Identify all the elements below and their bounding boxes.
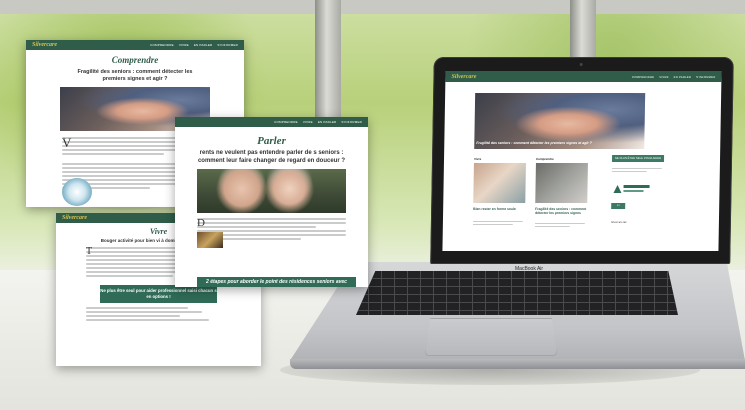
cta-banner[interactable]: Ne plus être seul pour aider professionn… [100, 285, 217, 303]
nav-item-informer[interactable]: S'INFORMER [696, 75, 715, 79]
article-body-bottom [86, 307, 231, 321]
sidebar-text [611, 166, 662, 174]
article-card-title[interactable]: Fragilité des seniors : comment détecter… [535, 207, 587, 215]
nav-item-vivre[interactable]: VIVRE [179, 43, 189, 47]
article-card-image[interactable] [473, 163, 526, 203]
nav-item-vivre[interactable]: VIVRE [303, 120, 313, 124]
laptop-trackpad[interactable] [425, 318, 557, 356]
partner-logo[interactable] [611, 181, 651, 195]
nav-item-comprendre[interactable]: COMPRENDRE [274, 120, 298, 124]
site-nav: COMPRENDRE VIVRE EN PARLER S'INFORMER [175, 117, 368, 127]
article-body: D [197, 217, 346, 248]
article-card-image[interactable] [535, 163, 588, 203]
laptop-base-edge [290, 359, 745, 369]
page-title: Parler [257, 135, 286, 147]
dropcap: V [62, 135, 72, 150]
card-excerpt [534, 221, 585, 229]
window-frame [0, 0, 745, 14]
nav-menu: COMPRENDRE VIVRE EN PARLER S'INFORMER [632, 75, 715, 79]
hero-caption[interactable]: Fragilité des seniors : comment détecter… [476, 141, 592, 145]
page-parler: COMPRENDRE VIVRE EN PARLER S'INFORMER Pa… [175, 117, 368, 287]
site-logo[interactable]: Silvercare [62, 215, 87, 221]
sidebar-button[interactable]: Ici [611, 203, 626, 209]
site-logo[interactable]: Silvercare [32, 42, 57, 48]
nav-menu: COMPRENDRE VIVRE EN PARLER S'INFORMER [274, 120, 362, 124]
page-title: Comprendre [111, 55, 159, 65]
column-title-comprendre: Comprendre [535, 157, 554, 161]
nav-menu: COMPRENDRE VIVRE EN PARLER S'INFORMER [150, 43, 238, 47]
column-title-vivre: Vivre [473, 157, 482, 161]
nav-item-informer[interactable]: S'INFORMER [217, 43, 238, 47]
laptop-keyboard [356, 271, 678, 315]
nav-item-parler[interactable]: EN PARLER [318, 120, 337, 124]
nav-item-parler[interactable]: EN PARLER [194, 43, 213, 47]
camera-icon [579, 63, 583, 66]
site-logo[interactable]: Silvercare [451, 74, 476, 80]
card-excerpt [472, 219, 523, 227]
article-card-title[interactable]: Bien rester en forme seule [473, 207, 525, 211]
laptop-lid: Silvercare COMPRENDRE VIVRE EN PARLER S'… [430, 57, 734, 264]
inline-image [197, 232, 223, 248]
nav-item-vivre[interactable]: VIVRE [659, 75, 668, 79]
laptop-model-label: MacBook Air [515, 266, 544, 272]
nav-item-parler[interactable]: EN PARLER [674, 75, 692, 79]
hero-image-couple [197, 169, 346, 213]
sidebar-heading: NE PLUS ÊTRE SEUL POUR AIDER [611, 155, 665, 162]
page-subtitle: Fragilité des seniors : comment détecter… [77, 69, 193, 82]
dropcap: T [86, 246, 93, 257]
sidebar-note: Silvercare lab [610, 221, 627, 224]
dropcap: D [197, 217, 205, 229]
page-subtitle: rents ne veulent pas entendre parler de … [197, 150, 346, 164]
nav-item-comprendre[interactable]: COMPRENDRE [150, 43, 174, 47]
site-nav: Silvercare COMPRENDRE VIVRE EN PARLER S'… [26, 40, 244, 50]
nav-item-comprendre[interactable]: COMPRENDRE [632, 75, 654, 79]
site-nav: Silvercare COMPRENDRE VIVRE EN PARLER S'… [445, 71, 722, 82]
nav-item-informer[interactable]: S'INFORMER [341, 120, 362, 124]
illustration-thumbnail [62, 178, 92, 206]
section-band: 2 étapes pour aborder le point des résid… [197, 277, 356, 287]
laptop-screen: Silvercare COMPRENDRE VIVRE EN PARLER S'… [442, 71, 722, 251]
